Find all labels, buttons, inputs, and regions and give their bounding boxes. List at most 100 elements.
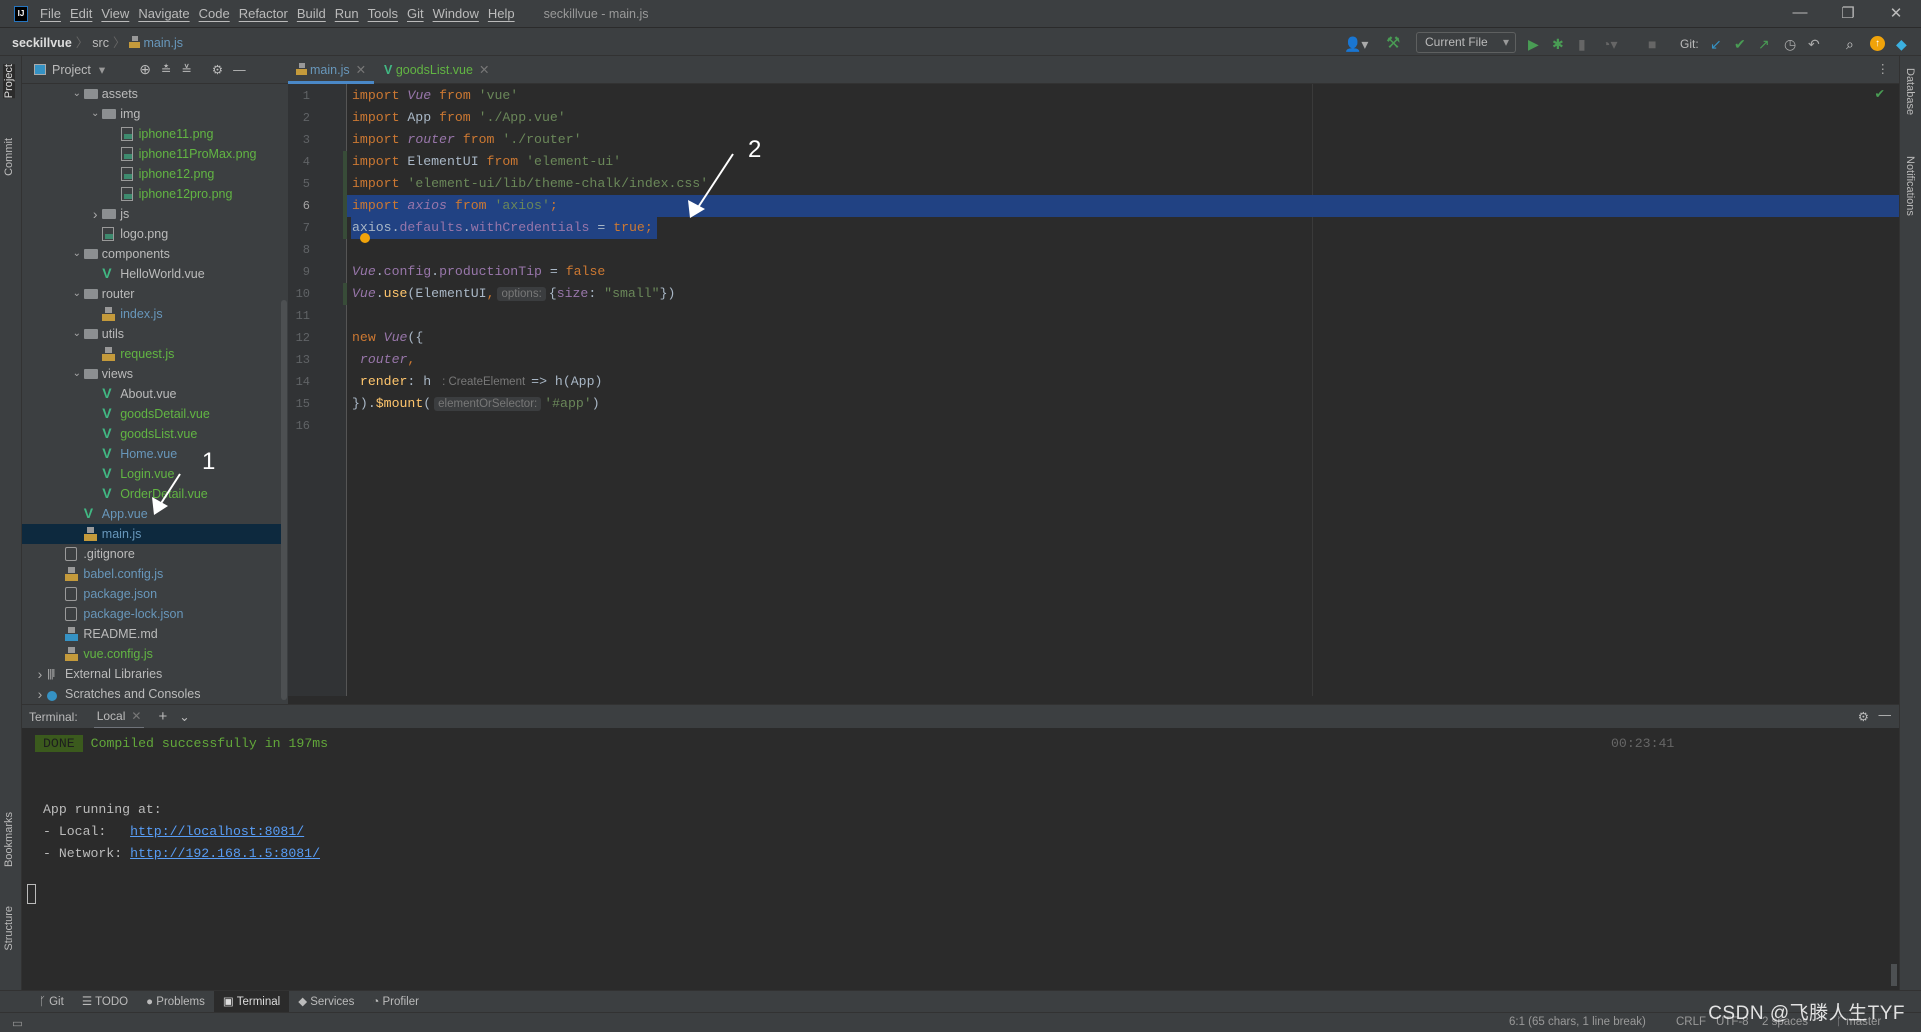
update-icon[interactable]: ↑ bbox=[1870, 36, 1885, 51]
notifications-tool-button[interactable]: Notifications bbox=[1904, 156, 1916, 216]
terminal-scrollbar[interactable] bbox=[1891, 964, 1897, 986]
menu-window[interactable]: Window bbox=[433, 6, 479, 21]
menu-refactor[interactable]: Refactor bbox=[239, 6, 288, 21]
new-terminal-icon[interactable]: + bbox=[158, 708, 167, 725]
tree-item[interactable]: main.js bbox=[22, 524, 284, 544]
run-icon[interactable]: ▶ bbox=[1528, 36, 1539, 53]
tree-item[interactable]: logo.png bbox=[22, 224, 284, 244]
vcs-change-marker[interactable] bbox=[343, 151, 347, 173]
bookmarks-tool-button[interactable]: Bookmarks bbox=[3, 812, 15, 867]
git-commit-icon[interactable]: ✔ bbox=[1734, 36, 1746, 53]
vcs-change-marker[interactable] bbox=[343, 217, 347, 239]
expand-all-icon[interactable]: ≛ bbox=[161, 62, 171, 77]
network-url-link[interactable]: http://192.168.1.5:8081/ bbox=[130, 846, 320, 861]
tree-item[interactable]: README.md bbox=[22, 624, 284, 644]
tree-item[interactable]: › js bbox=[22, 204, 284, 224]
menu-git[interactable]: Git bbox=[407, 6, 424, 21]
tree-item[interactable]: › Scratches and Consoles bbox=[22, 684, 284, 704]
tool-problems[interactable]: ● Problems bbox=[137, 991, 214, 1013]
menu-code[interactable]: Code bbox=[199, 6, 230, 21]
tree-item[interactable]: VgoodsDetail.vue bbox=[22, 404, 284, 424]
tree-item[interactable]: iphone11ProMax.png bbox=[22, 144, 284, 164]
chevron-down-icon[interactable]: ⌄ bbox=[71, 364, 83, 384]
tree-item[interactable]: VgoodsList.vue bbox=[22, 424, 284, 444]
menu-tools[interactable]: Tools bbox=[368, 6, 398, 21]
tool-profiler[interactable]: ◔ Profiler bbox=[363, 991, 428, 1013]
terminal-output[interactable]: DONE Compiled successfully in 197ms 00:23… bbox=[22, 728, 1899, 990]
tree-item[interactable]: vue.config.js bbox=[22, 644, 284, 664]
tree-item[interactable]: V OrderDetail.vue bbox=[22, 484, 284, 504]
restore-icon[interactable]: ❐ bbox=[1828, 4, 1868, 22]
git-push-icon[interactable]: ↗ bbox=[1758, 36, 1770, 53]
breadcrumb-project[interactable]: seckillvue bbox=[12, 36, 72, 50]
menu-help[interactable]: Help bbox=[488, 6, 515, 21]
project-scrollbar[interactable] bbox=[281, 300, 287, 700]
commit-tool-button[interactable]: Commit bbox=[3, 138, 15, 176]
caret-position[interactable]: 6:1 (65 chars, 1 line break) bbox=[1509, 1016, 1646, 1028]
vcs-change-marker[interactable] bbox=[343, 173, 347, 195]
chevron-right-icon[interactable]: › bbox=[34, 684, 46, 704]
stop-icon[interactable]: ■ bbox=[1648, 36, 1656, 52]
tree-item[interactable]: package-lock.json bbox=[22, 604, 284, 624]
tab-main-js[interactable]: main.js ✕ bbox=[288, 56, 375, 84]
tree-item[interactable]: ⌄ router bbox=[22, 284, 284, 304]
chevron-down-icon[interactable]: ⌄ bbox=[71, 324, 83, 344]
menu-build[interactable]: Build bbox=[297, 6, 326, 21]
collapse-all-icon[interactable]: ≚ bbox=[181, 62, 191, 77]
rollback-icon[interactable]: ↶ bbox=[1808, 36, 1820, 53]
local-url-link[interactable]: http://localhost:8081/ bbox=[130, 824, 304, 839]
history-icon[interactable]: ◷ bbox=[1784, 36, 1796, 53]
tree-item[interactable]: package.json bbox=[22, 584, 284, 604]
close-tab-icon[interactable]: ✕ bbox=[356, 63, 366, 77]
tree-item[interactable]: iphone12pro.png bbox=[22, 184, 284, 204]
layout-icon[interactable]: ▭ bbox=[12, 1016, 23, 1030]
tree-item[interactable]: V HelloWorld.vue bbox=[22, 264, 284, 284]
user-icon[interactable]: 👤▾ bbox=[1344, 36, 1368, 53]
menu-file[interactable]: File bbox=[40, 6, 61, 21]
chevron-down-icon[interactable]: ▾ bbox=[99, 62, 105, 77]
coverage-icon[interactable]: ▮ bbox=[1578, 36, 1586, 53]
gear-icon[interactable]: ⚙ bbox=[212, 62, 223, 77]
hide-icon[interactable]: — bbox=[233, 63, 246, 77]
tree-item[interactable]: ⌄ assets bbox=[22, 84, 284, 104]
more-options-icon[interactable]: ⋮ bbox=[1877, 61, 1890, 76]
menu-view[interactable]: View bbox=[101, 6, 129, 21]
menu-edit[interactable]: Edit bbox=[70, 6, 92, 21]
code-editor[interactable]: 1 2 3 4 5 6 7 8 9 10 11 12 13 14 15 16 ✔ import Vue fro… bbox=[288, 84, 1899, 696]
locate-icon[interactable]: ⊕ bbox=[139, 61, 151, 78]
tree-item[interactable]: ⌄ components bbox=[22, 244, 284, 264]
build-hammer-icon[interactable]: ⚒ bbox=[1386, 33, 1400, 53]
tool-terminal[interactable]: ▣ Terminal bbox=[213, 990, 290, 1013]
menu-run[interactable]: Run bbox=[335, 6, 359, 21]
run-config-select[interactable]: Current File ▾ bbox=[1416, 32, 1516, 53]
tree-item[interactable]: iphone12.png bbox=[22, 164, 284, 184]
tree-item[interactable]: iphone11.png bbox=[22, 124, 284, 144]
hide-icon[interactable]: — bbox=[1879, 708, 1892, 722]
code-with-me-icon[interactable]: ◆ bbox=[1896, 36, 1907, 53]
tree-item[interactable]: ⌄ views bbox=[22, 364, 284, 384]
intellij-logo-icon[interactable]: IJ bbox=[14, 5, 28, 22]
lightbulb-icon[interactable] bbox=[360, 233, 370, 243]
chevron-down-icon[interactable]: ⌄ bbox=[179, 709, 189, 724]
tree-item[interactable]: ⌄ img bbox=[22, 104, 284, 124]
terminal-tab-local[interactable]: Local ✕ bbox=[93, 705, 145, 729]
tab-goodslist-vue[interactable]: V goodsList.vue ✕ bbox=[376, 56, 497, 84]
chevron-right-icon[interactable]: › bbox=[89, 204, 101, 224]
breadcrumb-src[interactable]: src bbox=[92, 36, 109, 50]
search-icon[interactable]: ⌕ bbox=[1846, 36, 1854, 53]
close-icon[interactable]: ✕ bbox=[1876, 4, 1916, 22]
project-tool-button[interactable]: Project bbox=[3, 64, 15, 99]
close-tab-icon[interactable]: ✕ bbox=[131, 709, 141, 723]
tree-item[interactable]: ⌄ utils bbox=[22, 324, 284, 344]
tool-git[interactable]: ᚴ Git bbox=[30, 991, 73, 1013]
git-update-icon[interactable]: ↙ bbox=[1710, 36, 1722, 53]
chevron-down-icon[interactable]: ⌄ bbox=[71, 284, 83, 304]
tree-item[interactable]: .gitignore bbox=[22, 544, 284, 564]
vcs-change-marker[interactable] bbox=[343, 283, 347, 305]
close-tab-icon[interactable]: ✕ bbox=[479, 63, 489, 77]
chevron-down-icon[interactable]: ⌄ bbox=[71, 84, 83, 104]
tree-item[interactable]: index.js bbox=[22, 304, 284, 324]
project-view-select[interactable]: Project bbox=[52, 63, 91, 77]
breadcrumb-file[interactable]: main.js bbox=[143, 36, 183, 50]
menu-navigate[interactable]: Navigate bbox=[138, 6, 189, 21]
